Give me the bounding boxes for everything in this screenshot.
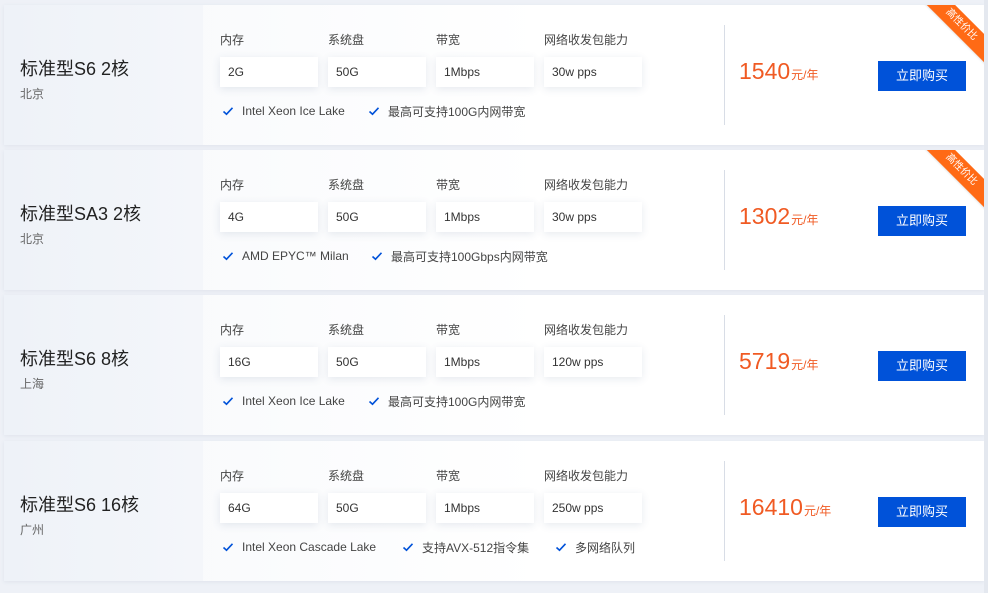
spec-value: 1Mbps [436,347,534,377]
spec-value: 64G [220,493,318,523]
spec-label: 系统盘 [328,323,365,337]
spec-label: 系统盘 [328,33,365,47]
spec-value: 30w pps [544,202,642,232]
value-ribbon-badge: 高性价比 [922,5,984,64]
divider [724,170,725,270]
feature-label: Intel Xeon Cascade Lake [242,540,377,554]
buy-now-button[interactable]: 立即购买 [878,206,966,236]
check-icon [222,252,234,261]
spec-value: 30w pps [544,57,642,87]
spec-value: 50G [328,347,426,377]
check-icon [222,397,234,406]
feature-item: 最高可支持100Gbps内网带宽 [371,247,548,265]
plan-region: 北京 [20,232,45,246]
spec-label: 网络收发包能力 [544,469,629,483]
feature-label: 最高可支持100G内网带宽 [388,104,526,119]
spec-value: 1Mbps [436,57,534,87]
feature-item: Intel Xeon Cascade Lake [222,538,376,556]
price-unit: 元/年 [791,68,819,82]
plan-region: 北京 [20,87,45,101]
feature-label: Intel Xeon Ice Lake [242,104,345,118]
spec-label: 带宽 [436,33,461,47]
spec-label: 内存 [220,33,245,47]
spec-value: 1Mbps [436,202,534,232]
spec-label: 内存 [220,469,245,483]
spec-value: 50G [328,57,426,87]
price: 16410元/年 [739,494,831,521]
price: 1540元/年 [739,58,819,85]
spec-label: 内存 [220,323,245,337]
check-icon [222,107,234,116]
feature-label: AMD EPYC™ Milan [242,249,349,263]
plan-region: 上海 [20,377,45,391]
price: 1302元/年 [739,203,819,230]
check-icon [371,252,383,261]
check-icon [368,397,380,406]
check-icon [555,543,567,552]
feature-label: 最高可支持100G内网带宽 [388,394,526,409]
spec-label: 网络收发包能力 [544,323,629,337]
plan-info: 标准型S6 2核 北京 [4,5,203,145]
price-unit: 元/年 [791,213,819,227]
spec-value: 250w pps [544,493,642,523]
plan-card: 标准型S6 16核 广州 内存 64G 系统盘 50G 带宽 1Mbps 网络收… [4,441,984,581]
plan-card: 标准型SA3 2核 北京 内存 4G 系统盘 50G 带宽 1Mbps 网络收发… [4,150,984,290]
spec-label: 网络收发包能力 [544,33,629,47]
feature-item: 最高可支持100G内网带宽 [368,392,525,410]
spec-value: 50G [328,202,426,232]
spec-label: 带宽 [436,323,461,337]
spec-label: 带宽 [436,178,461,192]
spec-value: 120w pps [544,347,642,377]
spec-value: 1Mbps [436,493,534,523]
plan-info: 标准型S6 16核 广州 [4,441,203,581]
price-value: 1302 [739,203,791,229]
scrollbar[interactable] [984,0,988,593]
spec-label: 系统盘 [328,469,365,483]
price-value: 5719 [739,348,791,374]
plan-name: 标准型S6 16核 [20,495,140,515]
plan-name: 标准型S6 8核 [20,349,130,369]
plan-info: 标准型SA3 2核 北京 [4,150,203,290]
price-unit: 元/年 [791,358,819,372]
divider [724,25,725,125]
spec-value: 50G [328,493,426,523]
feature-item: AMD EPYC™ Milan [222,247,349,265]
feature-label: 最高可支持100Gbps内网带宽 [391,249,548,264]
plan-card: 标准型S6 8核 上海 内存 16G 系统盘 50G 带宽 1Mbps 网络收发… [4,295,984,435]
spec-label: 系统盘 [328,178,365,192]
check-icon [402,543,414,552]
price-value: 16410 [739,494,803,520]
buy-now-button[interactable]: 立即购买 [878,61,966,91]
feature-item: Intel Xeon Ice Lake [222,102,345,120]
spec-label: 带宽 [436,469,461,483]
feature-label: 多网络队列 [575,540,636,555]
plan-name: 标准型S6 2核 [20,59,130,79]
price-unit: 元/年 [803,504,832,518]
spec-label: 网络收发包能力 [544,178,629,192]
spec-value: 2G [220,57,318,87]
plan-name: 标准型SA3 2核 [20,204,142,224]
spec-value: 4G [220,202,318,232]
check-icon [222,543,234,552]
spec-value: 16G [220,347,318,377]
divider [724,315,725,415]
plan-card: 标准型S6 2核 北京 内存 2G 系统盘 50G 带宽 1Mbps 网络收发包… [4,5,984,145]
check-icon [368,107,380,116]
feature-item: 最高可支持100G内网带宽 [368,102,525,120]
feature-item: Intel Xeon Ice Lake [222,392,345,410]
spec-label: 内存 [220,178,245,192]
buy-now-button[interactable]: 立即购买 [878,497,966,527]
feature-item: 多网络队列 [555,538,635,556]
feature-item: 支持AVX-512指令集 [402,538,529,556]
plan-region: 广州 [20,523,45,537]
price-value: 1540 [739,58,791,84]
price: 5719元/年 [739,348,819,375]
feature-label: Intel Xeon Ice Lake [242,394,345,408]
divider [724,461,725,561]
plan-info: 标准型S6 8核 上海 [4,295,203,435]
buy-now-button[interactable]: 立即购买 [878,351,966,381]
value-ribbon-badge: 高性价比 [922,150,984,209]
feature-label: 支持AVX-512指令集 [422,540,530,555]
